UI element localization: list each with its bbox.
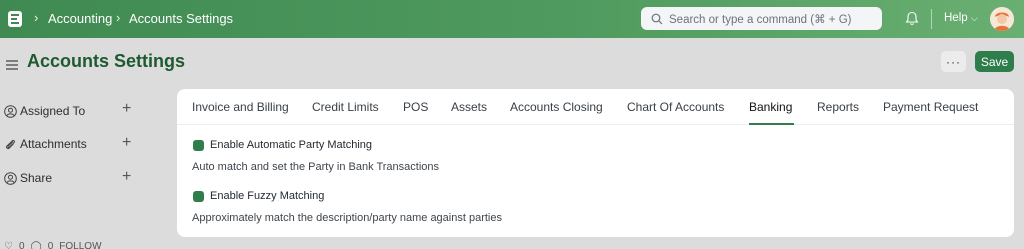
heart-icon[interactable]: ♡: [4, 241, 13, 249]
user-avatar[interactable]: [990, 7, 1014, 31]
follow-link[interactable]: FOLLOW: [59, 241, 101, 249]
tab-invoice-and-billing[interactable]: Invoice and Billing: [192, 100, 289, 114]
more-actions-button[interactable]: ···: [941, 51, 966, 72]
paperclip-icon: [6, 139, 15, 149]
enable-automatic-party-matching-checkbox[interactable]: [193, 140, 204, 151]
user-assign-icon: [4, 104, 17, 118]
enable-automatic-party-matching-description: Auto match and set the Party in Bank Tra…: [192, 161, 440, 173]
navbar-divider: [931, 9, 932, 29]
sidebar-item-label: Attachments: [20, 137, 87, 151]
tab-pos[interactable]: POS: [403, 100, 428, 114]
sidebar-item-share[interactable]: Share: [4, 170, 52, 186]
tab-reports[interactable]: Reports: [817, 100, 859, 114]
top-navbar: › Accounting › Accounts Settings Search …: [0, 0, 1024, 38]
comment-icon[interactable]: ◯: [31, 241, 42, 249]
chevron-down-icon: ⌵: [970, 13, 978, 23]
save-button[interactable]: Save: [975, 51, 1014, 72]
help-label: Help: [944, 12, 968, 24]
share-icon: [4, 171, 17, 185]
breadcrumb-accounts-settings[interactable]: Accounts Settings: [129, 11, 233, 26]
notification-bell-icon[interactable]: [905, 11, 919, 31]
like-count: 0: [18, 241, 25, 249]
tab-bar: Invoice and Billing Credit Limits POS As…: [177, 89, 1014, 125]
menu-icon[interactable]: [6, 57, 18, 75]
enable-fuzzy-matching-label: Enable Fuzzy Matching: [210, 190, 325, 202]
enable-automatic-party-matching-label: Enable Automatic Party Matching: [210, 139, 373, 151]
enable-fuzzy-matching-description: Approximately match the description/part…: [192, 212, 502, 224]
tab-banking[interactable]: Banking: [749, 100, 792, 114]
settings-card: Invoice and Billing Credit Limits POS As…: [177, 89, 1014, 237]
sidebar-item-label: Share: [20, 171, 53, 185]
help-dropdown[interactable]: Help ⌵: [944, 12, 978, 24]
add-attachment-plus-icon[interactable]: +: [122, 134, 131, 152]
page-title: Accounts Settings: [27, 51, 186, 71]
search-input[interactable]: Search or type a command (⌘ + G): [641, 7, 882, 30]
tab-payment-request[interactable]: Payment Request: [883, 100, 978, 114]
search-icon: [651, 13, 663, 24]
tab-assets[interactable]: Assets: [451, 100, 487, 114]
sidebar-item-attachments[interactable]: Attachments: [4, 136, 87, 152]
search-placeholder: Search or type a command (⌘ + G): [669, 13, 852, 26]
app-logo-icon[interactable]: [7, 10, 23, 28]
enable-fuzzy-matching-checkbox[interactable]: [193, 191, 204, 202]
tab-chart-of-accounts[interactable]: Chart Of Accounts: [627, 100, 724, 114]
tab-accounts-closing[interactable]: Accounts Closing: [510, 100, 603, 114]
breadcrumb-chevron-icon: ›: [34, 10, 39, 25]
breadcrumb-accounting[interactable]: Accounting: [48, 11, 112, 26]
sidebar-item-label: Assigned To: [20, 104, 86, 118]
comment-count: 0: [47, 241, 54, 249]
sidebar-footer: ♡ 0 ◯ 0 FOLLOW: [4, 241, 102, 249]
sidebar-item-assigned-to[interactable]: Assigned To: [4, 103, 85, 119]
add-share-plus-icon[interactable]: +: [122, 168, 131, 186]
add-assignee-plus-icon[interactable]: +: [122, 100, 131, 118]
active-tab-indicator: [749, 123, 794, 125]
tab-credit-limits[interactable]: Credit Limits: [312, 100, 379, 114]
breadcrumb-chevron-icon: ›: [116, 10, 121, 25]
